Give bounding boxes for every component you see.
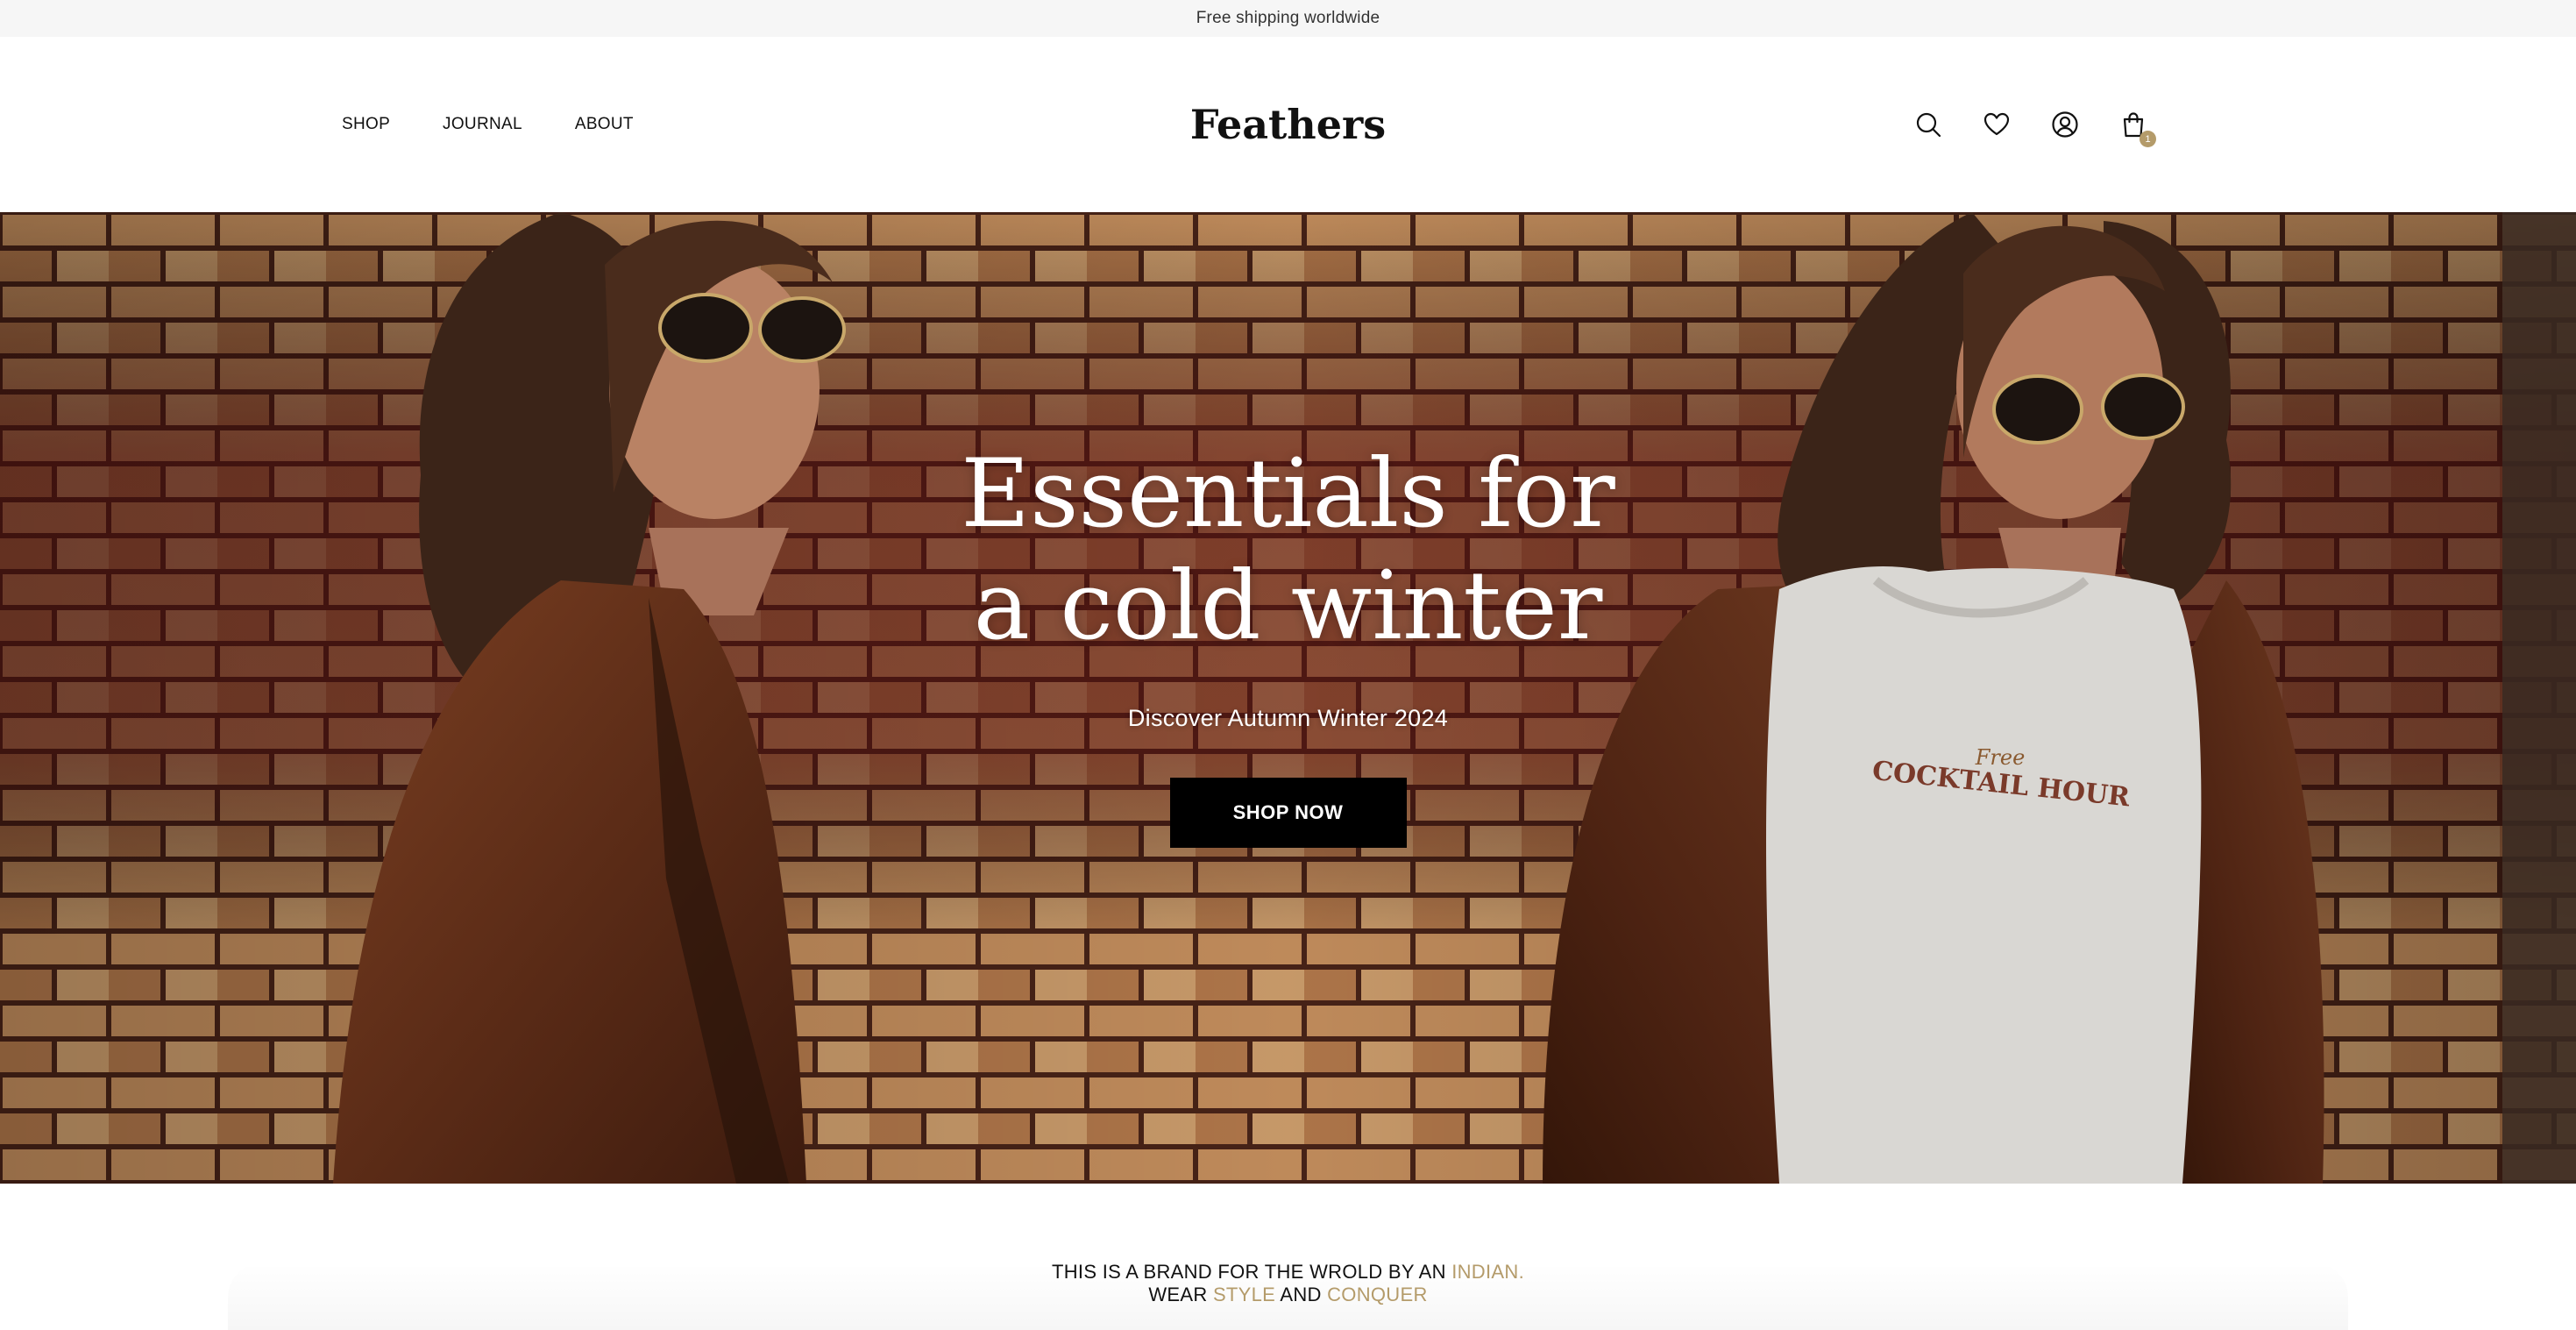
brand-line-2: WEAR STYLE AND CONQUER [0, 1284, 2576, 1306]
hero-subtitle: Discover Autumn Winter 2024 [1127, 705, 1449, 731]
cart-count-badge: 1 [2140, 131, 2156, 147]
hero-banner: Free COCKTAIL HOUR Essentials for a cold… [0, 212, 2576, 1184]
brand-line-2-and: AND [1275, 1284, 1328, 1305]
cart-button[interactable]: 1 [2119, 110, 2156, 147]
hero-title: Essentials for a cold winter [894, 438, 1683, 663]
brand-accent-conquer: CONQUER [1327, 1284, 1428, 1305]
hero-title-line1: Essentials for [961, 439, 1615, 549]
brand-statement-section: THIS IS A BRAND FOR THE WROLD BY AN INDI… [0, 1184, 2576, 1330]
nav-journal[interactable]: JOURNAL [443, 115, 522, 134]
brand-line-1: THIS IS A BRAND FOR THE WROLD BY AN INDI… [0, 1261, 2576, 1284]
brand-accent-style: STYLE [1212, 1284, 1276, 1305]
nav-about[interactable]: ABOUT [575, 115, 634, 134]
hero-title-line2: a cold winter [973, 551, 1603, 661]
brand-statement: THIS IS A BRAND FOR THE WROLD BY AN INDI… [0, 1261, 2576, 1306]
heart-icon [1983, 112, 2010, 136]
announcement-bar: Free shipping worldwide [0, 0, 2576, 37]
site-header: SHOP JOURNAL ABOUT Feathers 1 [0, 37, 2576, 212]
wishlist-button[interactable] [1983, 110, 2011, 139]
nav-shop[interactable]: SHOP [342, 115, 390, 134]
brand-line-2-wear: WEAR [1148, 1284, 1213, 1305]
shop-now-button[interactable]: SHOP NOW [1169, 778, 1407, 848]
header-icons: 1 [1914, 37, 2156, 212]
site-logo[interactable]: Feathers [1190, 101, 1386, 148]
hero-content: Essentials for a cold winter Discover Au… [0, 212, 2576, 1184]
brand-accent-indian: INDIAN. [1451, 1261, 1524, 1283]
search-button[interactable] [1914, 110, 1942, 139]
account-button[interactable] [2051, 110, 2079, 139]
search-icon [1916, 112, 1941, 138]
account-icon [2052, 111, 2078, 138]
brand-line-1-text: THIS IS A BRAND FOR THE WROLD BY AN [1052, 1261, 1452, 1283]
main-nav: SHOP JOURNAL ABOUT [342, 37, 634, 212]
announcement-text: Free shipping worldwide [1196, 9, 1380, 27]
